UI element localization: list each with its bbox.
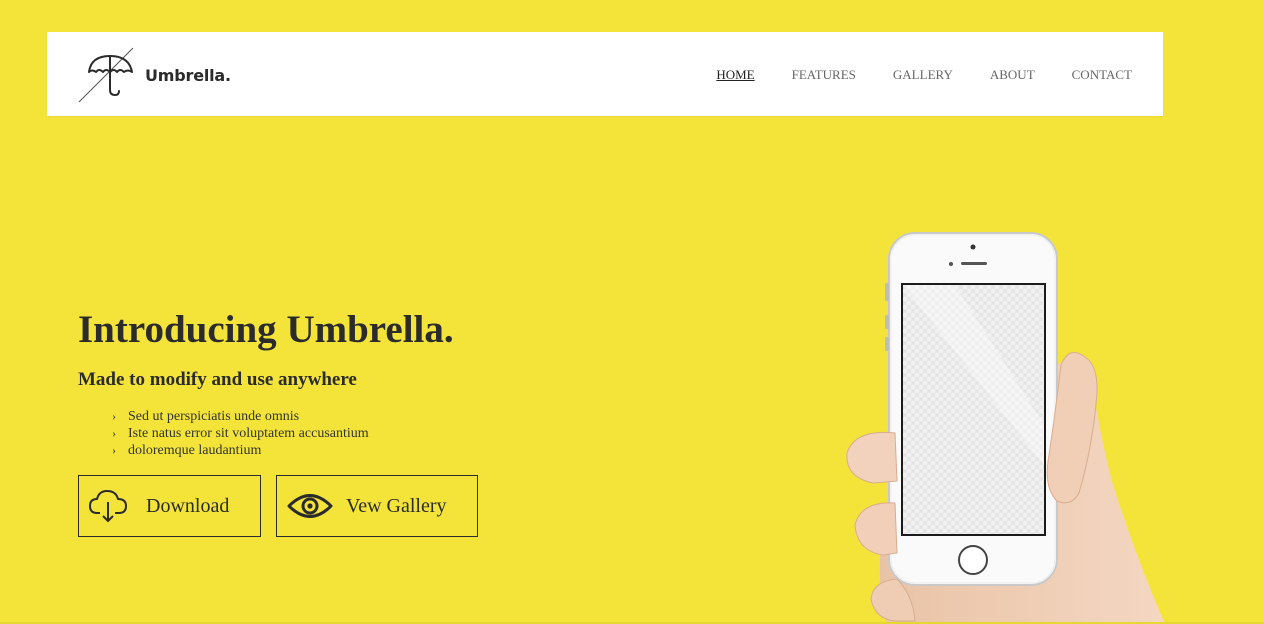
hero-subtitle: Made to modify and use anywhere: [78, 369, 357, 390]
chevron-right-icon: ›: [112, 443, 116, 457]
chevron-right-icon: ›: [112, 426, 116, 440]
chevron-right-icon: ›: [112, 409, 116, 423]
brand-name: Umbrella.: [145, 65, 231, 85]
eye-icon: [287, 494, 333, 518]
view-gallery-button[interactable]: Vew Gallery: [276, 475, 478, 537]
nav-features[interactable]: FEATURES: [792, 68, 856, 82]
hero-title-brand: Umbrella.: [286, 308, 454, 351]
nav-contact[interactable]: CONTACT: [1072, 68, 1132, 82]
landing-page: Umbrella. HOME FEATURES GALLERY ABOUT CO…: [0, 0, 1264, 624]
brand-logo[interactable]: Umbrella.: [77, 46, 231, 104]
list-item: › Iste natus error sit voluptatem accusa…: [112, 425, 369, 442]
cloud-download-icon: [89, 490, 127, 523]
download-button[interactable]: Download: [78, 475, 261, 537]
umbrella-icon: [78, 47, 134, 103]
list-item: › Sed ut perspiciatis unde omnis: [112, 408, 369, 425]
hero-title: Introducing Umbrella.: [78, 306, 454, 354]
hero-title-prefix: Introducing: [78, 308, 287, 351]
nav-about[interactable]: ABOUT: [990, 68, 1035, 82]
feature-list: › Sed ut perspiciatis unde omnis › Iste …: [112, 408, 369, 459]
feature-text: Iste natus error sit voluptatem accusant…: [128, 426, 369, 441]
site-header: Umbrella. HOME FEATURES GALLERY ABOUT CO…: [47, 32, 1163, 116]
phone-in-hand-image: [846, 232, 1165, 624]
download-button-label: Download: [146, 494, 230, 517]
nav-gallery[interactable]: GALLERY: [893, 68, 953, 82]
feature-text: doloremque laudantium: [128, 443, 262, 458]
feature-text: Sed ut perspiciatis unde omnis: [128, 409, 300, 424]
nav-home[interactable]: HOME: [716, 68, 754, 82]
view-gallery-button-label: Vew Gallery: [346, 494, 447, 517]
main-nav: HOME FEATURES GALLERY ABOUT CONTACT: [679, 68, 1132, 82]
list-item: › doloremque laudantium: [112, 442, 369, 459]
